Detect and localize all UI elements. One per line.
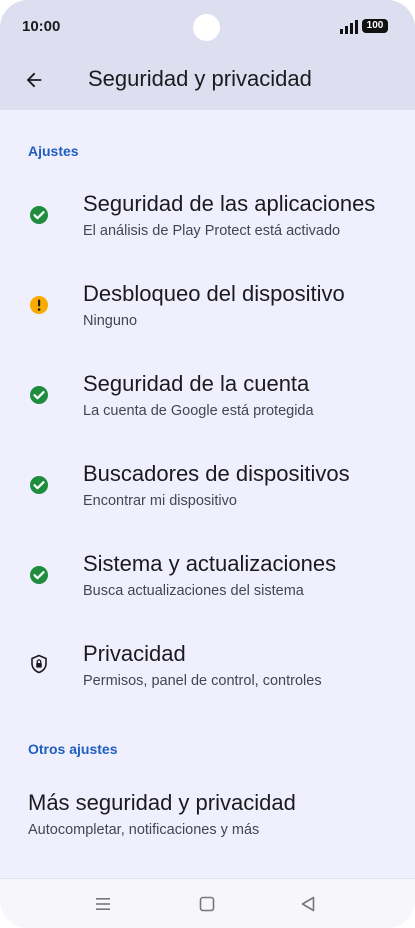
privacy-shield-icon — [31, 654, 47, 674]
setting-item-subtitle: La cuenta de Google está protegida — [83, 403, 314, 419]
setting-item-subtitle: Ninguno — [83, 313, 138, 329]
check-circle-icon — [30, 206, 48, 224]
setting-item-subtitle: Busca actualizaciones del sistema — [83, 583, 304, 599]
setting-item-subtitle: El análisis de Play Protect está activad… — [83, 223, 341, 239]
back-button[interactable] — [16, 62, 52, 98]
setting-item-title: Más seguridad y privacidad — [28, 790, 296, 815]
menu-icon — [96, 898, 110, 910]
navigation-bar — [0, 878, 415, 928]
arrow-back-icon — [26, 72, 42, 88]
check-circle-icon — [30, 566, 48, 584]
setting-item-more-security[interactable]: Más seguridad y privacidad Autocompletar… — [0, 786, 415, 848]
setting-item-app-security[interactable]: Seguridad de las aplicaciones El análisi… — [0, 187, 415, 265]
setting-item-title: Sistema y actualizaciones — [83, 551, 337, 576]
page-title: Seguridad y privacidad — [88, 66, 312, 91]
warning-circle-icon — [30, 296, 48, 314]
setting-item-title: Seguridad de la cuenta — [83, 371, 310, 396]
setting-item-device-unlock[interactable]: Desbloqueo del dispositivo Ninguno — [0, 277, 415, 355]
setting-item-title: Buscadores de dispositivos — [83, 461, 350, 486]
back-triangle-icon — [301, 896, 315, 912]
check-circle-icon — [30, 386, 48, 404]
setting-item-subtitle: Permisos, panel de control, controles — [83, 673, 322, 689]
home-button[interactable] — [196, 893, 218, 915]
battery-level: 100 — [366, 20, 384, 31]
phone-screen: 10:00 100 Seguridad y privacidad Ajustes… — [0, 0, 415, 928]
setting-item-title: Privacidad — [83, 641, 186, 666]
setting-item-subtitle: Autocompletar, notificaciones y más — [28, 822, 260, 838]
setting-item-title: Desbloqueo del dispositivo — [83, 281, 345, 306]
signal-icon — [340, 20, 358, 34]
setting-item-privacy[interactable]: Privacidad Permisos, panel de control, c… — [0, 637, 415, 715]
status-time: 10:00 — [22, 18, 61, 35]
battery-icon: 100 — [362, 19, 388, 33]
status-bar: 10:00 100 — [0, 0, 415, 56]
home-icon — [199, 896, 215, 912]
section-header-otros-ajustes: Otros ajustes — [28, 741, 118, 757]
setting-item-subtitle: Encontrar mi dispositivo — [83, 493, 237, 509]
app-bar: Seguridad y privacidad — [0, 56, 415, 110]
check-circle-icon — [30, 476, 48, 494]
section-header-ajustes: Ajustes — [28, 143, 79, 159]
setting-item-title: Seguridad de las aplicaciones — [83, 191, 376, 216]
nav-back-button[interactable] — [297, 893, 319, 915]
setting-item-device-finders[interactable]: Buscadores de dispositivos Encontrar mi … — [0, 457, 415, 535]
setting-item-system-updates[interactable]: Sistema y actualizaciones Busca actualiz… — [0, 547, 415, 625]
setting-item-account-security[interactable]: Seguridad de la cuenta La cuenta de Goog… — [0, 367, 415, 445]
recent-apps-button[interactable] — [92, 893, 114, 915]
camera-cutout — [193, 14, 220, 41]
